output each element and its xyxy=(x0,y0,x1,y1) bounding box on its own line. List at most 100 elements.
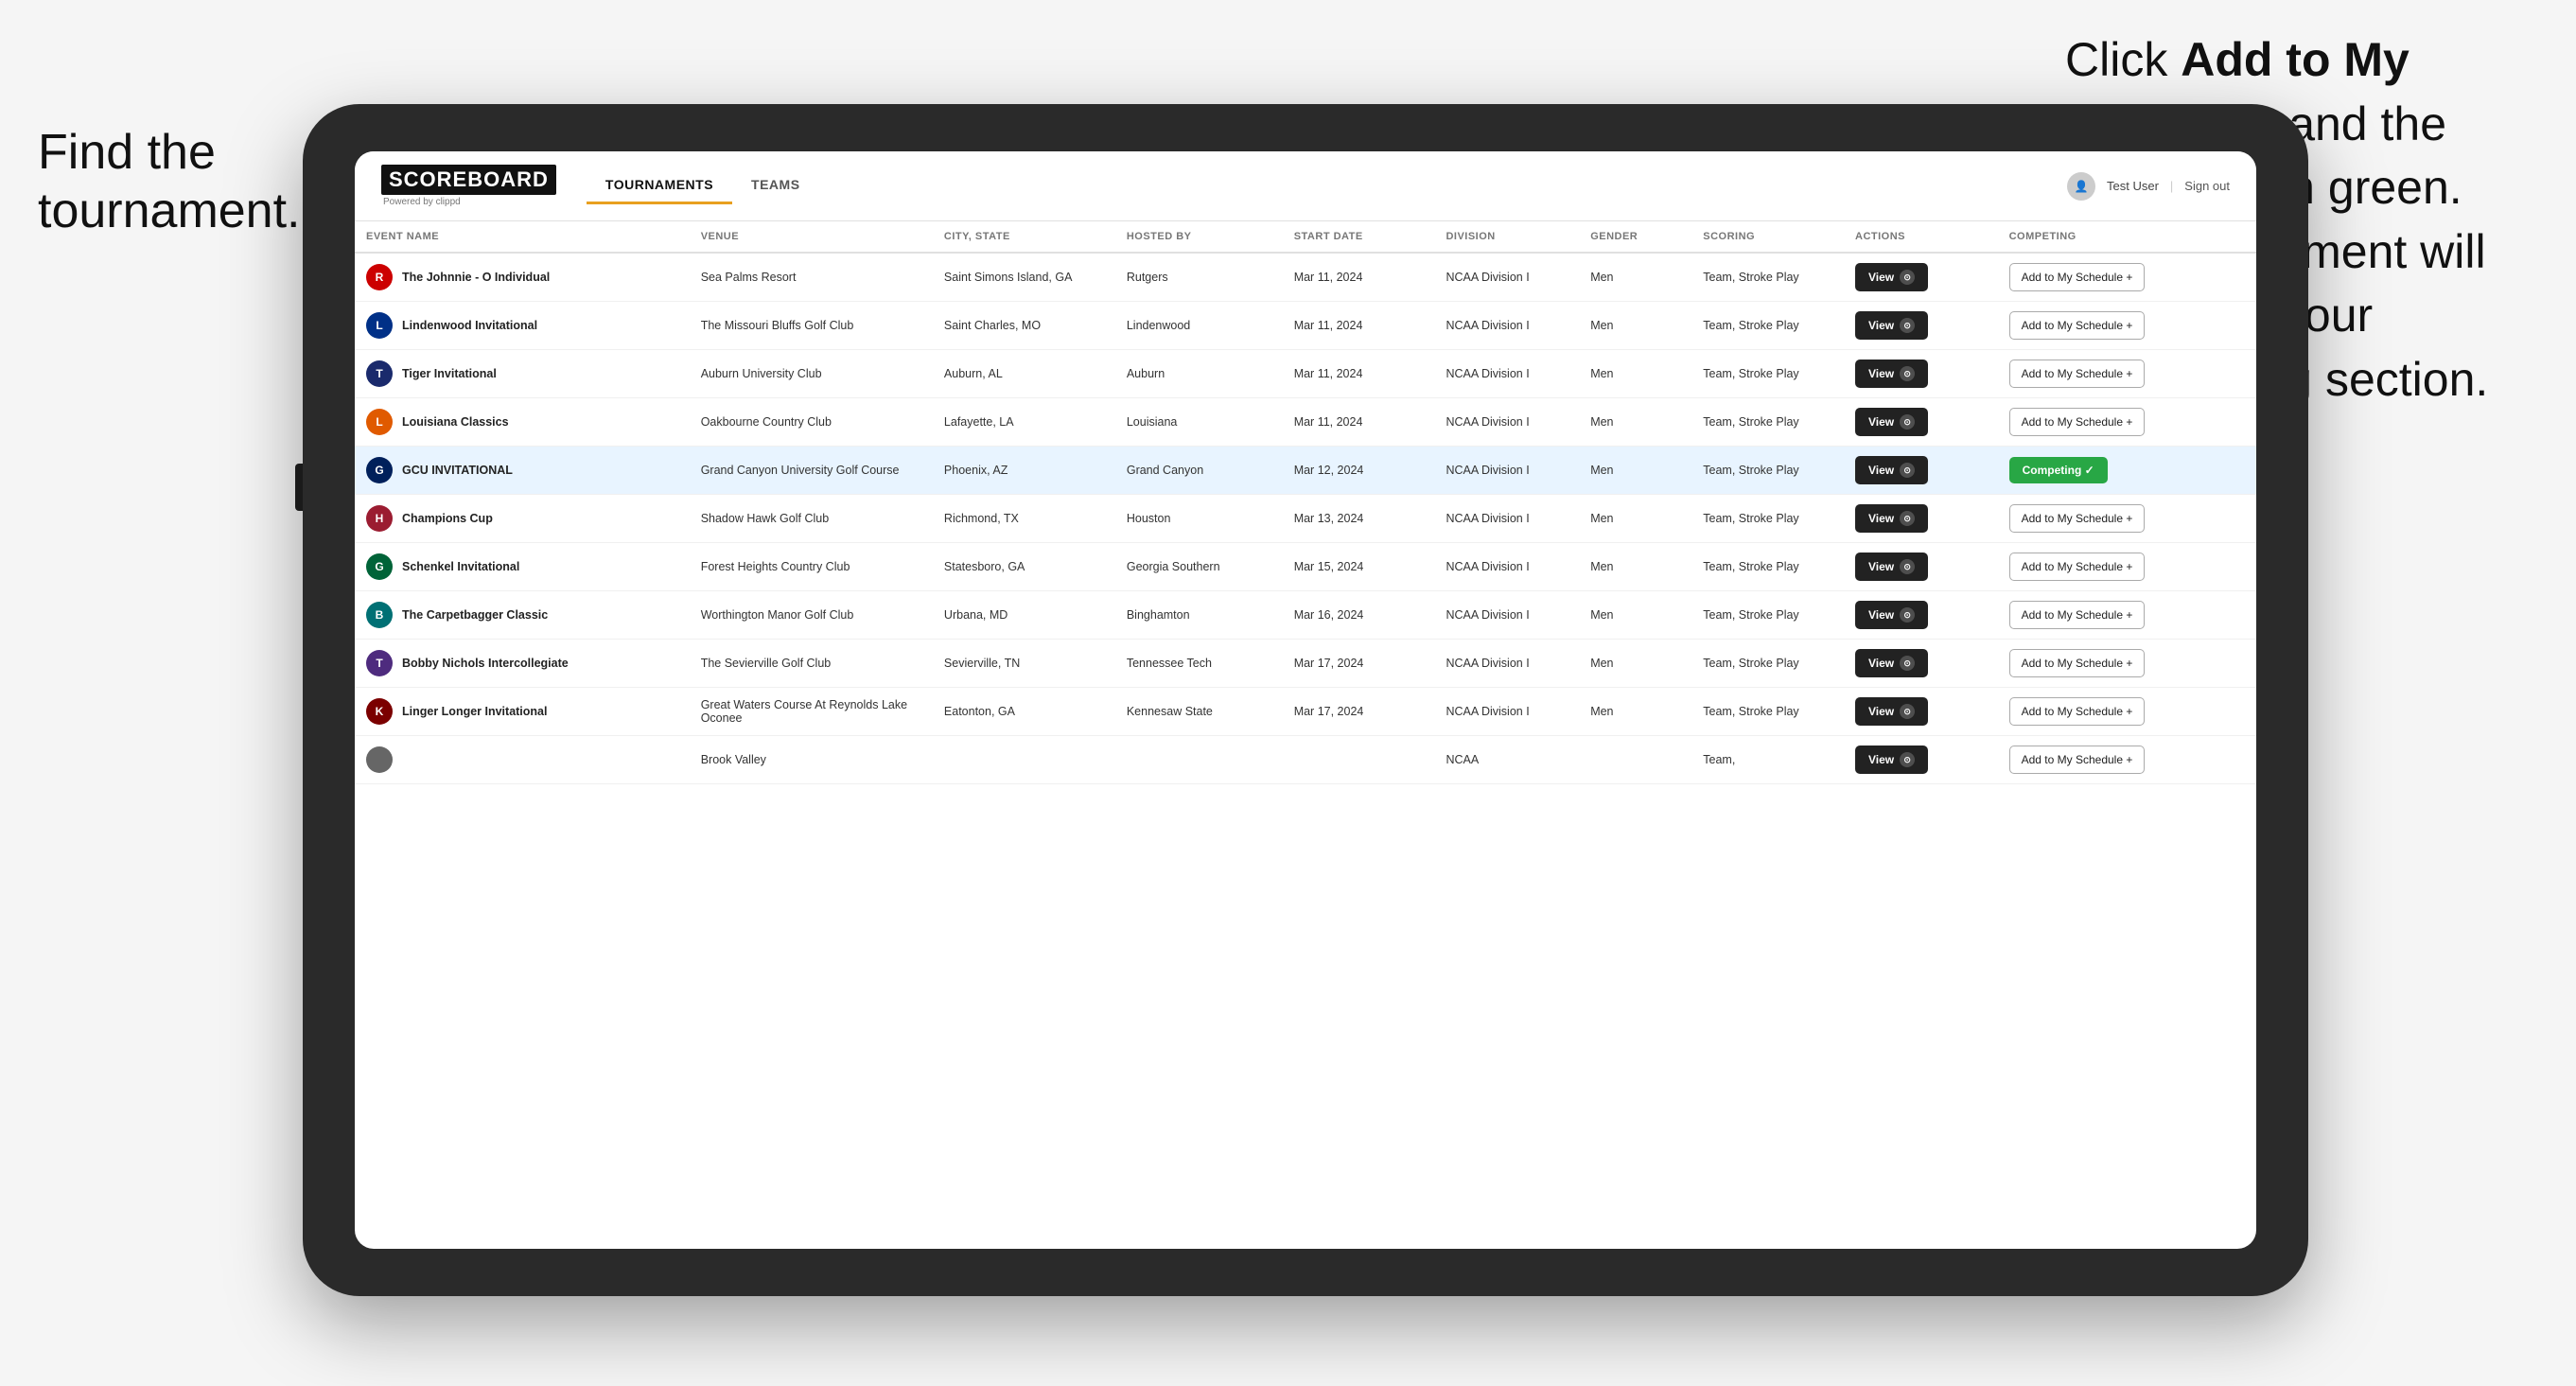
gender-cell: Men xyxy=(1579,447,1691,495)
competing-cell: Add to My Schedule + xyxy=(1998,543,2256,591)
tab-tournaments[interactable]: TOURNAMENTS xyxy=(587,167,732,204)
date-cell: Mar 15, 2024 xyxy=(1283,543,1435,591)
event-name-cell-1: R The Johnnie - O Individual xyxy=(355,253,690,302)
date-cell: Mar 11, 2024 xyxy=(1283,350,1435,398)
city-cell: Richmond, TX xyxy=(933,495,1115,543)
competing-cell: Add to My Schedule + xyxy=(1998,688,2256,736)
gender-cell: Men xyxy=(1579,302,1691,350)
view-icon: ⊙ xyxy=(1900,463,1915,478)
event-name: Lindenwood Invitational xyxy=(402,319,537,332)
add-schedule-button[interactable]: Add to My Schedule + xyxy=(2009,263,2146,291)
annotation-left-line2: tournament. xyxy=(38,182,301,240)
scoring-cell: Team, xyxy=(1691,736,1844,784)
add-schedule-button[interactable]: Add to My Schedule + xyxy=(2009,601,2146,629)
event-name-cell-9: T Bobby Nichols Intercollegiate xyxy=(355,640,690,688)
sign-out-link[interactable]: Sign out xyxy=(2184,179,2230,193)
add-schedule-button[interactable]: Add to My Schedule + xyxy=(2009,408,2146,436)
actions-cell: View ⊙ xyxy=(1844,543,1998,591)
view-icon: ⊙ xyxy=(1900,752,1915,767)
add-schedule-button[interactable]: Add to My Schedule + xyxy=(2009,311,2146,340)
col-header-competing: COMPETING xyxy=(1998,221,2256,253)
division-cell: NCAA Division I xyxy=(1434,640,1579,688)
add-schedule-button[interactable]: Add to My Schedule + xyxy=(2009,697,2146,726)
col-header-city: CITY, STATE xyxy=(933,221,1115,253)
view-icon: ⊙ xyxy=(1900,704,1915,719)
competing-cell: Add to My Schedule + xyxy=(1998,350,2256,398)
add-schedule-button[interactable]: Add to My Schedule + xyxy=(2009,360,2146,388)
view-button[interactable]: View ⊙ xyxy=(1855,697,1928,726)
view-button[interactable]: View ⊙ xyxy=(1855,408,1928,436)
table-body: R The Johnnie - O Individual Sea Palms R… xyxy=(355,253,2256,784)
actions-cell: View ⊙ xyxy=(1844,591,1998,640)
table-row: Brook ValleyNCAATeam, View ⊙ Add to My S… xyxy=(355,736,2256,784)
event-name: Schenkel Invitational xyxy=(402,560,519,573)
scoring-cell: Team, Stroke Play xyxy=(1691,253,1844,302)
scoring-cell: Team, Stroke Play xyxy=(1691,302,1844,350)
competing-cell: Add to My Schedule + xyxy=(1998,640,2256,688)
competing-cell: Add to My Schedule + xyxy=(1998,736,2256,784)
view-button[interactable]: View ⊙ xyxy=(1855,360,1928,388)
city-cell: Saint Simons Island, GA xyxy=(933,253,1115,302)
date-cell xyxy=(1283,736,1435,784)
add-schedule-button[interactable]: Add to My Schedule + xyxy=(2009,504,2146,533)
view-button[interactable]: View ⊙ xyxy=(1855,601,1928,629)
view-button[interactable]: View ⊙ xyxy=(1855,456,1928,484)
gender-cell: Men xyxy=(1579,350,1691,398)
tab-teams[interactable]: TEAMS xyxy=(732,167,819,204)
table-row: L Lindenwood Invitational The Missouri B… xyxy=(355,302,2256,350)
competing-button[interactable]: Competing ✓ xyxy=(2009,457,2108,483)
venue-cell: The Missouri Bluffs Golf Club xyxy=(690,302,933,350)
event-name-cell-6: H Champions Cup xyxy=(355,495,690,543)
event-name: Champions Cup xyxy=(402,512,493,525)
view-button[interactable]: View ⊙ xyxy=(1855,504,1928,533)
division-cell: NCAA Division I xyxy=(1434,543,1579,591)
team-logo: T xyxy=(366,650,393,676)
view-button[interactable]: View ⊙ xyxy=(1855,649,1928,677)
table-row: L Louisiana Classics Oakbourne Country C… xyxy=(355,398,2256,447)
view-icon: ⊙ xyxy=(1900,511,1915,526)
hosted-cell: Grand Canyon xyxy=(1115,447,1283,495)
competing-cell: Add to My Schedule + xyxy=(1998,302,2256,350)
actions-cell: View ⊙ xyxy=(1844,253,1998,302)
hosted-cell: Houston xyxy=(1115,495,1283,543)
annotation-left: Find the tournament. xyxy=(38,123,301,241)
event-name-cell-7: G Schenkel Invitational xyxy=(355,543,690,591)
col-header-gender: GENDER xyxy=(1579,221,1691,253)
view-button[interactable]: View ⊙ xyxy=(1855,746,1928,774)
table-row: K Linger Longer Invitational Great Water… xyxy=(355,688,2256,736)
hosted-cell: Rutgers xyxy=(1115,253,1283,302)
col-header-venue: VENUE xyxy=(690,221,933,253)
hosted-cell xyxy=(1115,736,1283,784)
scoring-cell: Team, Stroke Play xyxy=(1691,688,1844,736)
logo-area: SCOREBOARD Powered by clippd xyxy=(381,165,556,207)
divider: | xyxy=(2170,179,2173,193)
venue-cell: Oakbourne Country Club xyxy=(690,398,933,447)
add-schedule-button[interactable]: Add to My Schedule + xyxy=(2009,649,2146,677)
scoring-cell: Team, Stroke Play xyxy=(1691,447,1844,495)
view-icon: ⊙ xyxy=(1900,414,1915,430)
add-schedule-button[interactable]: Add to My Schedule + xyxy=(2009,746,2146,774)
event-name: The Johnnie - O Individual xyxy=(402,271,550,284)
competing-cell: Competing ✓ xyxy=(1998,447,2256,495)
view-icon: ⊙ xyxy=(1900,656,1915,671)
tournaments-table: EVENT NAME VENUE CITY, STATE HOSTED BY S… xyxy=(355,221,2256,784)
actions-cell: View ⊙ xyxy=(1844,350,1998,398)
hosted-cell: Binghamton xyxy=(1115,591,1283,640)
team-logo: K xyxy=(366,698,393,725)
city-cell: Phoenix, AZ xyxy=(933,447,1115,495)
competing-cell: Add to My Schedule + xyxy=(1998,591,2256,640)
view-button[interactable]: View ⊙ xyxy=(1855,263,1928,291)
scoring-cell: Team, Stroke Play xyxy=(1691,640,1844,688)
event-name-cell-8: B The Carpetbagger Classic xyxy=(355,591,690,640)
view-button[interactable]: View ⊙ xyxy=(1855,311,1928,340)
division-cell: NCAA Division I xyxy=(1434,398,1579,447)
city-cell: Sevierville, TN xyxy=(933,640,1115,688)
view-button[interactable]: View ⊙ xyxy=(1855,553,1928,581)
actions-cell: View ⊙ xyxy=(1844,736,1998,784)
add-schedule-button[interactable]: Add to My Schedule + xyxy=(2009,553,2146,581)
venue-cell: Shadow Hawk Golf Club xyxy=(690,495,933,543)
annotation-left-line1: Find the xyxy=(38,123,301,182)
event-name: The Carpetbagger Classic xyxy=(402,608,548,622)
city-cell xyxy=(933,736,1115,784)
division-cell: NCAA Division I xyxy=(1434,591,1579,640)
